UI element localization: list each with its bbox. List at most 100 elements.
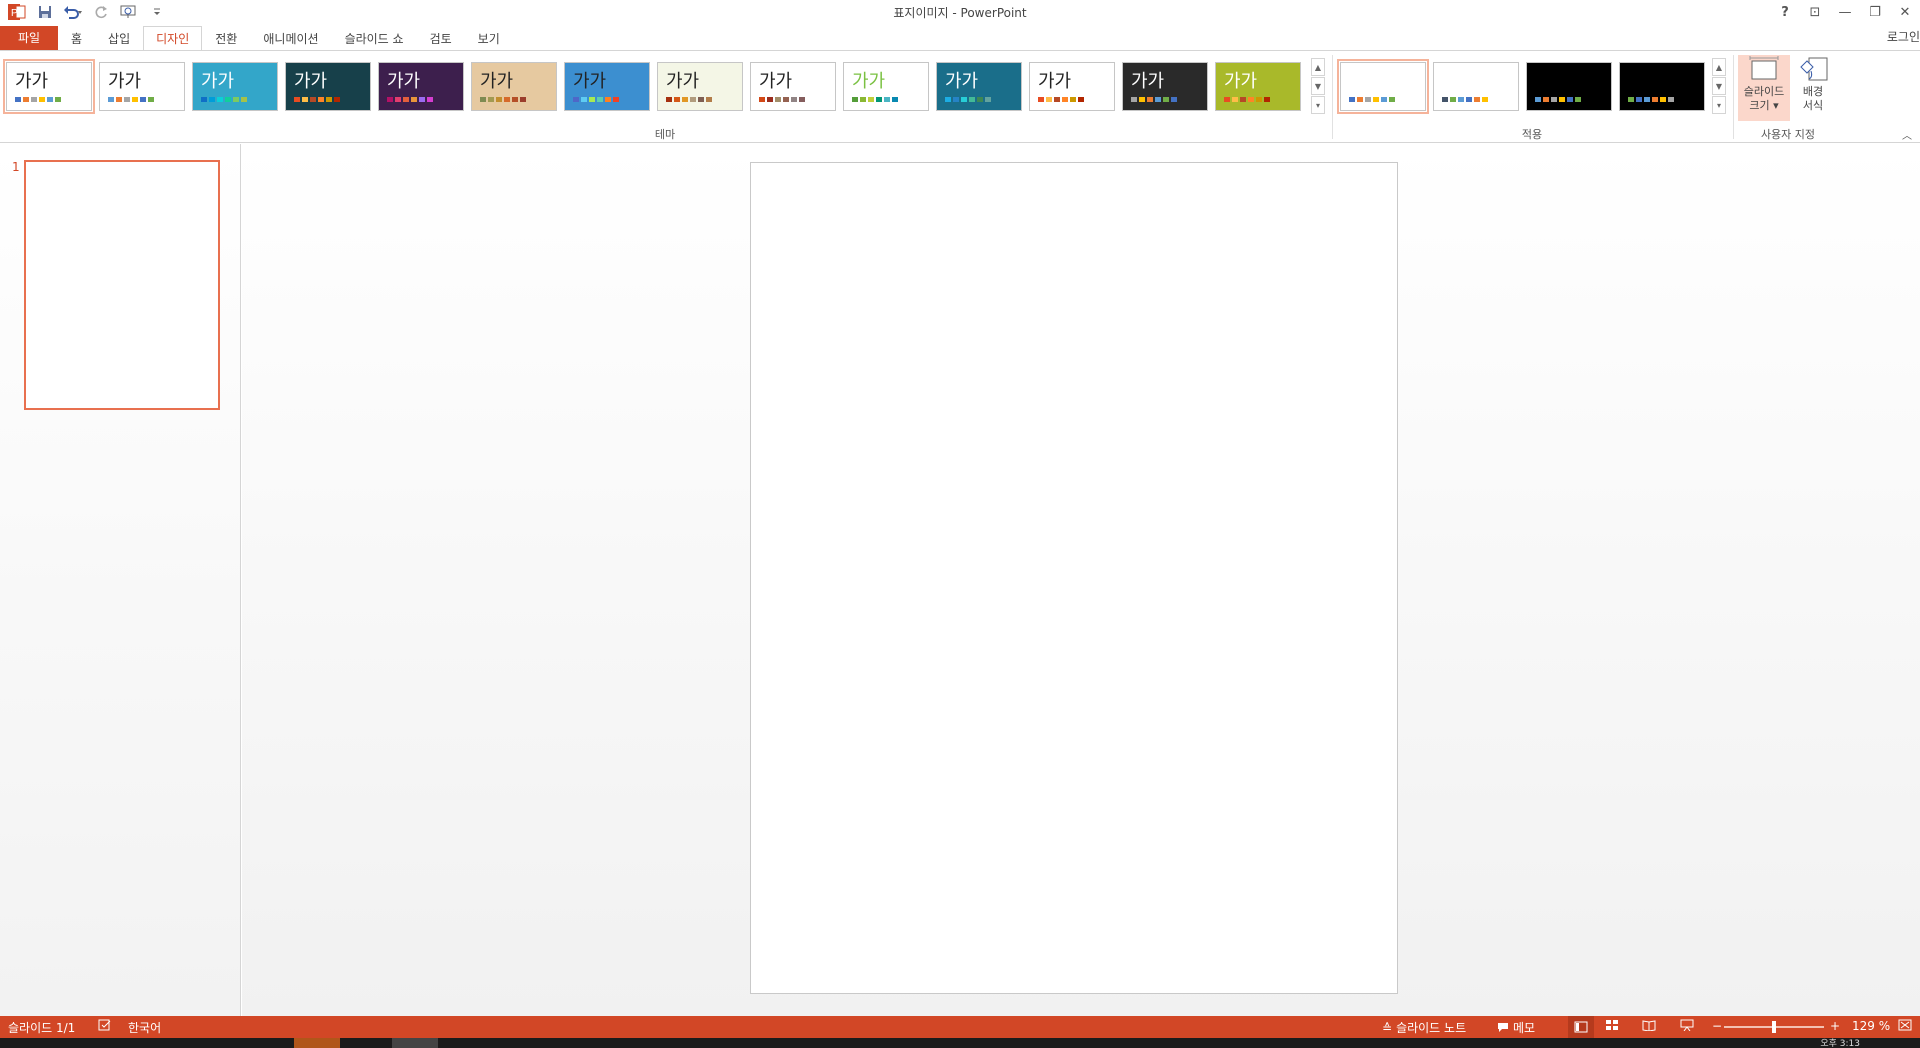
theme-color-swatches [945,97,991,102]
tab-4[interactable]: 애니메이션 [250,26,331,50]
variant-thumbnail[interactable] [1433,62,1519,111]
slide-thumbnail[interactable] [24,160,220,410]
spelling-check-icon[interactable] [98,1019,112,1031]
gallery-scroll-up-icon[interactable]: ▲ [1311,58,1325,76]
theme-sample-text: 가가 [108,71,142,92]
gallery-more-icon[interactable]: ▾ [1311,96,1325,114]
collapse-ribbon-icon[interactable]: ︿ [1902,127,1912,142]
group-separator [1733,55,1734,139]
reading-view-icon[interactable] [1642,1019,1656,1031]
zoom-slider-thumb[interactable] [1772,1021,1776,1033]
slide-sorter-view-icon[interactable] [1605,1019,1619,1031]
theme-sample-text: 가가 [945,71,979,92]
variant-color-swatches [1628,97,1674,102]
theme-sample-text: 가가 [387,71,421,92]
ribbon-design: 가가 가가 가가 가가 가가 가가 가가 가가 가가 가가 가가 가가 가가 가가 ▲ ▼ ▾ 테마 ▲ … [0,50,1920,143]
login-link[interactable]: 로그인 [1887,28,1920,45]
theme-color-swatches [387,97,433,102]
status-bar: 슬라이드 1/1 한국어 ≙ 슬라이드 노트 메모 − + 129 % [0,1016,1920,1038]
tab-5[interactable]: 슬라이드 쇼 [332,26,417,50]
group-separator [1332,55,1333,139]
theme-thumbnail[interactable]: 가가 [1029,62,1115,111]
theme-thumbnail[interactable]: 가가 [1122,62,1208,111]
taskbar-app-powerpoint[interactable] [294,1038,340,1048]
help-icon[interactable]: ? [1770,0,1800,24]
slide-size-button[interactable]: 슬라이드 크기 ▾ [1738,55,1790,121]
theme-sample-text: 가가 [1224,71,1258,92]
theme-sample-text: 가가 [294,71,328,92]
theme-color-swatches [1131,97,1177,102]
tab-file[interactable]: 파일 [0,26,58,50]
notes-button[interactable]: ≙ 슬라이드 노트 [1382,1019,1466,1036]
theme-color-swatches [759,97,805,102]
variants-gallery-scroll: ▲ ▼ ▾ [1712,58,1726,114]
format-background-button[interactable]: 배경 서식 [1787,55,1839,121]
window-controls: ? ⊡ — ❐ ✕ [1770,0,1920,24]
variant-thumbnail[interactable] [1526,62,1612,111]
theme-color-swatches [1038,97,1084,102]
gallery-scroll-down-icon[interactable]: ▼ [1311,77,1325,95]
format-background-icon [1800,57,1828,81]
slide-editing-area [242,144,1920,1016]
slide-counter[interactable]: 슬라이드 1/1 [8,1019,75,1036]
theme-thumbnail[interactable]: 가가 [285,62,371,111]
ribbon-display-options-icon[interactable]: ⊡ [1800,0,1830,24]
theme-thumbnail[interactable]: 가가 [564,62,650,111]
theme-thumbnail[interactable]: 가가 [99,62,185,111]
slide-size-icon [1749,56,1779,80]
theme-thumbnail[interactable]: 가가 [378,62,464,111]
gallery-scroll-up-icon[interactable]: ▲ [1712,58,1726,76]
theme-color-swatches [108,97,154,102]
gallery-more-icon[interactable]: ▾ [1712,96,1726,114]
tab-7[interactable]: 보기 [465,26,513,50]
tab-1[interactable]: 삽입 [95,26,143,50]
theme-thumbnail[interactable]: 가가 [471,62,557,111]
theme-color-swatches [573,97,619,102]
theme-sample-text: 가가 [852,71,886,92]
theme-sample-text: 가가 [666,71,700,92]
group-label-customize: 사용자 지정 [1760,128,1816,141]
group-label-themes: 테마 [654,128,676,141]
theme-sample-text: 가가 [759,71,793,92]
zoom-in-button[interactable]: + [1830,1019,1840,1033]
theme-thumbnail[interactable]: 가가 [750,62,836,111]
theme-thumbnail[interactable]: 가가 [1215,62,1301,111]
slide-canvas[interactable] [750,162,1398,994]
theme-thumbnail[interactable]: 가가 [843,62,929,111]
close-icon[interactable]: ✕ [1890,0,1920,24]
theme-sample-text: 가가 [1038,71,1072,92]
zoom-slider[interactable] [1724,1021,1824,1033]
taskbar-app[interactable] [392,1038,438,1048]
tab-6[interactable]: 검토 [417,26,465,50]
variants-gallery [1337,59,1705,114]
theme-thumbnail[interactable]: 가가 [657,62,743,111]
window-title: 표지이미지 - PowerPoint [893,6,1027,20]
theme-sample-text: 가가 [480,71,514,92]
format-background-label-2: 서식 [1802,99,1824,112]
theme-thumbnail[interactable]: 가가 [3,59,95,114]
tab-0[interactable]: 홈 [58,26,95,50]
theme-thumbnail[interactable]: 가가 [192,62,278,111]
fit-slide-icon[interactable] [1898,1019,1912,1031]
comments-label: 메모 [1513,1021,1536,1035]
gallery-scroll-down-icon[interactable]: ▼ [1712,77,1726,95]
restore-icon[interactable]: ❐ [1860,0,1890,24]
language-indicator[interactable]: 한국어 [128,1019,161,1036]
comments-button[interactable]: 메모 [1497,1019,1535,1036]
zoom-level[interactable]: 129 % [1852,1019,1890,1033]
theme-sample-text: 가가 [15,71,49,92]
os-taskbar: 오후 3:13 [0,1038,1920,1048]
slide-number: 1 [12,160,20,174]
variant-color-swatches [1442,97,1488,102]
zoom-out-button[interactable]: − [1712,1019,1722,1033]
variant-thumbnail[interactable] [1619,62,1705,111]
theme-thumbnail[interactable]: 가가 [936,62,1022,111]
variant-thumbnail[interactable] [1337,59,1429,114]
slide-show-view-icon[interactable] [1680,1019,1694,1031]
tab-2[interactable]: 디자인 [143,26,203,51]
minimize-icon[interactable]: — [1830,0,1860,24]
theme-sample-text: 가가 [573,71,607,92]
slide-size-label-2: 크기 ▾ [1749,99,1779,112]
normal-view-icon[interactable] [1568,1016,1594,1038]
tab-3[interactable]: 전환 [202,26,250,50]
